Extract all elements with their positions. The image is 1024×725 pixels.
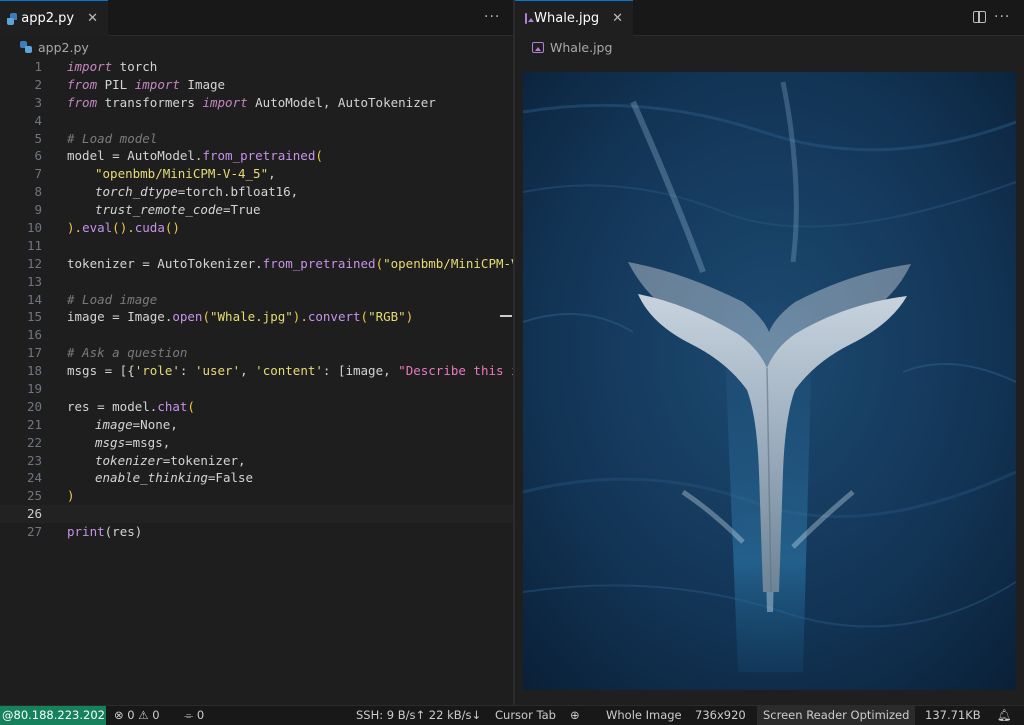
python-file-icon — [7, 12, 18, 25]
ports-count: 0 — [196, 708, 205, 722]
close-icon[interactable]: ✕ — [612, 11, 623, 26]
code-line: image=None, — [95, 416, 178, 432]
screen-reader-mode[interactable]: Screen Reader Optimized — [757, 706, 916, 725]
line-number: 6 — [34, 148, 42, 164]
whale-image — [523, 72, 1016, 690]
code-line: ).eval().cuda() — [67, 220, 180, 236]
line-number: 23 — [26, 452, 42, 468]
scrollbar-marker[interactable] — [500, 315, 512, 317]
broadcast-icon: ⌯ — [184, 708, 194, 722]
line-number: 3 — [34, 94, 42, 110]
line-number: 14 — [26, 291, 42, 307]
more-actions-icon[interactable]: ··· — [994, 9, 1010, 25]
notifications-bell-icon[interactable]: 🔔︎ — [997, 706, 1012, 725]
problems-indicator[interactable]: ⊗ 0 ⚠ 0 — [114, 706, 160, 725]
line-number: 27 — [26, 524, 42, 540]
code-line: msgs=msgs, — [95, 434, 171, 450]
image-file-icon — [532, 41, 544, 53]
code-comment: # Load image — [67, 291, 158, 307]
code-line: trust_remote_code=True — [95, 202, 261, 218]
line-number: 16 — [26, 327, 42, 343]
line-number: 19 — [26, 381, 42, 397]
line-number: 24 — [26, 470, 42, 486]
code-editor[interactable]: 1 import torch 2 from PIL import Image 3 fr… — [0, 58, 513, 705]
line-number: 21 — [26, 416, 42, 432]
line-number: 4 — [34, 112, 42, 128]
code-comment: # Load model — [67, 130, 158, 146]
ports-indicator[interactable]: ⌯ 0 — [184, 706, 204, 725]
line-number: 25 — [26, 488, 42, 504]
more-actions-icon[interactable]: ··· — [484, 9, 500, 25]
warning-count: 0 — [152, 708, 160, 722]
code-line: res = model.chat( — [67, 398, 195, 414]
code-line: image = Image.open("Whale.jpg").convert(… — [67, 309, 414, 325]
line-number: 9 — [34, 202, 42, 218]
close-icon[interactable]: ✕ — [87, 11, 98, 26]
image-file-icon — [525, 13, 535, 24]
tab-whale-jpg[interactable]: Whale.jpg ✕ — [515, 0, 633, 36]
code-line: model = AutoModel.from_pretrained( — [67, 148, 323, 164]
image-zoom-level[interactable]: Whole Image — [606, 706, 682, 725]
image-file-size: 137.71KB — [925, 708, 981, 722]
tab-label: app2.py — [21, 11, 75, 26]
python-file-icon — [20, 41, 32, 53]
split-editor-icon[interactable] — [973, 11, 986, 23]
line-number: 15 — [26, 309, 42, 325]
left-tabbar: app2.py ✕ ··· — [0, 0, 513, 36]
line-number: 7 — [34, 166, 42, 182]
tab-app2-py[interactable]: app2.py ✕ — [0, 0, 108, 36]
editor-pane: app2.py ✕ ··· app2.py 1 import torch 2 fro… — [0, 0, 513, 705]
code-comment: # Ask a question — [67, 345, 188, 361]
line-number: 10 — [26, 220, 42, 236]
tab-label: Whale.jpg — [534, 11, 600, 26]
whale-tail-photo — [523, 72, 1016, 690]
line-number: 2 — [34, 76, 42, 92]
status-bar: @80.188.223.202 ⊗ 0 ⚠ 0 ⌯ 0 SSH: 9 B/s↑ … — [0, 705, 1024, 725]
line-number: 20 — [26, 398, 42, 414]
error-icon: ⊗ — [114, 708, 124, 722]
line-number: 1 — [34, 59, 42, 74]
code-line: print(res) — [67, 524, 143, 540]
code-line: ) — [67, 488, 75, 504]
breadcrumb-file[interactable]: Whale.jpg — [550, 40, 612, 55]
code-line: enable_thinking=False — [95, 470, 254, 486]
line-number: 11 — [26, 237, 42, 253]
line-number: 8 — [34, 184, 42, 200]
line-number: 17 — [26, 345, 42, 361]
breadcrumb-file[interactable]: app2.py — [38, 40, 89, 55]
code-line: msgs = [{'role': 'user', 'content': [ima… — [67, 363, 513, 379]
breadcrumb: app2.py — [0, 36, 513, 58]
code-line: from transformers import AutoModel, Auto… — [67, 94, 436, 110]
code-line: torch_dtype=torch.bfloat16, — [95, 184, 299, 200]
warning-icon: ⚠ — [138, 708, 149, 722]
zoom-icon[interactable]: ⊕ — [570, 706, 580, 725]
remote-host-indicator[interactable]: @80.188.223.202 — [0, 706, 106, 725]
current-line: 26 — [0, 505, 513, 524]
breadcrumb: Whale.jpg — [515, 36, 1024, 58]
image-dimensions: 736x920 — [695, 708, 746, 722]
code-line: tokenizer = AutoTokenizer.from_pretraine… — [67, 255, 513, 271]
code-line: tokenizer=tokenizer, — [95, 452, 246, 468]
code-line: import torch — [67, 59, 158, 74]
line-number: 13 — [26, 273, 42, 289]
error-count: 0 — [127, 708, 135, 722]
line-number: 12 — [26, 255, 42, 271]
right-tabbar: Whale.jpg ✕ ··· — [515, 0, 1024, 36]
line-number: 26 — [26, 506, 42, 522]
line-number: 18 — [26, 363, 42, 379]
code-line: "openbmb/MiniCPM-V-4_5", — [95, 166, 276, 182]
code-line: from PIL import Image — [67, 76, 226, 92]
line-number: 5 — [34, 130, 42, 146]
line-number: 22 — [26, 434, 42, 450]
cursor-tab-status[interactable]: Cursor Tab — [495, 706, 556, 725]
ssh-transfer-rate: SSH: 9 B/s↑ 22 kB/s↓ — [356, 708, 482, 722]
